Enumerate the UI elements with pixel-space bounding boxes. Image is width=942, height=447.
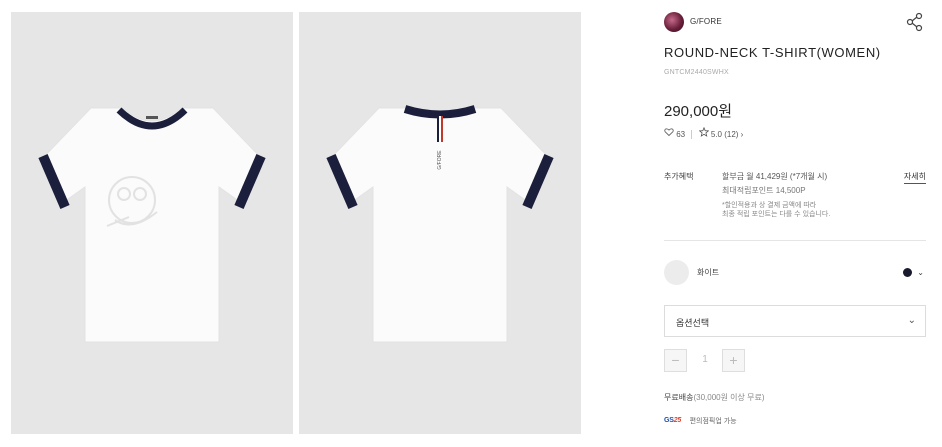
product-stats: 63 5.0 (12) › [664,126,744,140]
product-image-front[interactable] [11,12,293,434]
color-option[interactable]: 화이트 ⌄ [664,260,926,286]
benefits-detail-link[interactable]: 자세히 [903,171,926,184]
quantity-plus-button[interactable]: + [722,349,745,372]
brand-row: G/FORE [664,12,926,34]
shipping-condition: (30,000원 이상 무료) [693,393,765,402]
benefits-label: 추가혜택 [664,172,694,181]
option-select[interactable]: 옵션선택 ⌄ [664,305,926,337]
gs25-pickup-text: 편의점픽업 가능 [689,417,737,425]
product-title: ROUND-NECK T-SHIRT(WOMEN) [664,45,881,60]
additional-benefits: 추가혜택 할부금 월 41,429원 (*7개월 시) 최대적립포인트 14,5… [664,168,926,228]
likes-count: 63 [676,130,686,140]
gs25-logo: GS25 [664,417,681,424]
review-count[interactable]: (12) [724,130,738,139]
rating-value[interactable]: 5.0 [711,130,722,139]
product-sku: GNTCM2440SWHX [664,69,729,76]
max-points-info: 최대적립포인트 14,500P [722,186,806,195]
product-info-panel: G/FORE ROUND-NECK T-SHIRT(WOMEN) GNTCM24… [664,0,926,447]
front-tshirt-illustration [38,107,266,343]
back-tag-text: G/FORE [437,150,443,170]
shipping-main: 무료배송 [664,393,694,402]
gs25-logo-text: GS [664,417,674,425]
installment-info: 할부금 월 41,429원 (*7개월 시) [722,172,828,181]
brand-name[interactable]: G/FORE [690,17,722,26]
color-swatch[interactable] [664,260,689,285]
chevron-down-icon[interactable]: ⌄ [917,268,924,277]
share-icon[interactable] [906,12,924,32]
review-chevron-icon[interactable]: › [741,130,744,139]
gs25-logo-number: 25 [673,417,682,425]
quantity-minus-button[interactable]: − [664,349,687,372]
product-price: 290,000원 [664,103,733,120]
brand-avatar[interactable] [664,12,684,32]
color-label: 화이트 [697,268,720,277]
section-divider [664,240,926,241]
quantity-value: 1 [702,354,708,365]
option-select-label: 옵션선택 [676,318,710,328]
shipping-info: 무료배송(30,000원 이상 무료) [664,392,765,403]
star-icon [698,126,709,137]
color-dot[interactable] [903,268,912,277]
heart-icon[interactable] [664,127,674,137]
chevron-down-icon: ⌄ [907,315,916,326]
gs25-pickup: GS25 편의점픽업 가능 [664,412,737,425]
points-note-line2: 최종 적립 포인트는 다를 수 있습니다. [722,211,831,218]
back-tshirt-illustration: G/FORE [326,105,554,343]
stats-divider [691,130,693,140]
product-image-back[interactable]: G/FORE [299,12,581,434]
